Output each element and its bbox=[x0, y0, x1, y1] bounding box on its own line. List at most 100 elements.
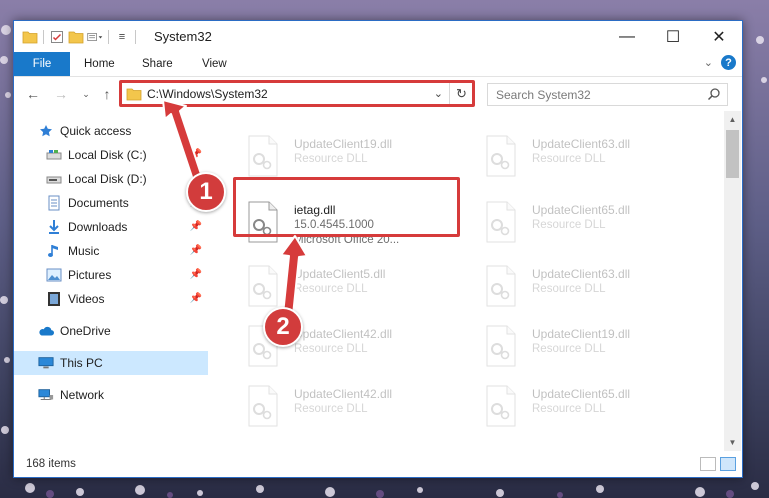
file-type: Resource DLL bbox=[294, 153, 368, 165]
dll-file-icon bbox=[486, 325, 516, 367]
status-bar: 168 items bbox=[14, 452, 742, 477]
step-badge-2: 2 bbox=[263, 307, 303, 347]
file-name: UpdateClient63.dll bbox=[532, 267, 631, 281]
sidebar-item-videos[interactable]: Videos 📌 bbox=[14, 287, 208, 311]
maximize-button[interactable]: ☐ bbox=[650, 21, 696, 52]
recent-locations-chevron-icon[interactable]: ⌄ bbox=[77, 85, 95, 103]
sidebar-item-label: Quick access bbox=[60, 124, 132, 138]
details-view-icon[interactable] bbox=[700, 457, 716, 471]
folder-icon[interactable] bbox=[22, 29, 38, 45]
tab-share[interactable]: Share bbox=[128, 52, 187, 76]
file-item[interactable]: UpdateClient63.dll Resource DLL bbox=[470, 261, 700, 313]
pin-icon[interactable]: 📌 bbox=[190, 245, 202, 256]
computer-icon bbox=[38, 355, 54, 371]
cloud-icon bbox=[38, 323, 54, 339]
file-item[interactable]: UpdateClient65.dll Resource DLL bbox=[470, 381, 700, 433]
file-item[interactable]: UpdateClient65.dll Resource DLL bbox=[470, 197, 700, 249]
sidebar-item-label: Pictures bbox=[68, 268, 112, 282]
scroll-up-arrow-icon[interactable]: ▲ bbox=[724, 111, 741, 128]
file-item[interactable]: UpdateClient19.dll Resource DLL bbox=[470, 321, 700, 373]
ribbon-tabs: File Home Share View ⌄ ? bbox=[14, 52, 742, 77]
music-icon bbox=[46, 243, 62, 259]
file-type: Resource DLL bbox=[532, 283, 606, 295]
address-bar-highlight bbox=[119, 80, 475, 107]
scrollbar-thumb[interactable] bbox=[726, 130, 739, 178]
sidebar-item-label: Local Disk (C:) bbox=[68, 148, 147, 162]
expand-ribbon-chevron-icon[interactable]: ⌄ bbox=[704, 56, 713, 69]
tab-file[interactable]: File bbox=[14, 52, 70, 76]
file-name: UpdateClient63.dll bbox=[532, 137, 631, 151]
file-type: Resource DLL bbox=[294, 343, 368, 355]
dll-file-icon bbox=[486, 265, 516, 307]
file-name: UpdateClient42.dll bbox=[294, 387, 393, 401]
file-item[interactable]: UpdateClient63.dll Resource DLL bbox=[470, 131, 700, 183]
sidebar-item-label: Local Disk (D:) bbox=[68, 172, 147, 186]
sidebar-item-network[interactable]: Network bbox=[14, 383, 208, 407]
dll-file-icon bbox=[486, 385, 516, 427]
file-type: Resource DLL bbox=[532, 219, 606, 231]
drive-icon bbox=[46, 171, 62, 187]
sidebar-item-documents[interactable]: Documents 📌 bbox=[14, 191, 208, 215]
file-highlight-box bbox=[233, 177, 460, 237]
properties-icon[interactable] bbox=[49, 29, 65, 45]
window-controls: — ☐ ✕ bbox=[604, 21, 742, 52]
sidebar-item-label: Downloads bbox=[68, 220, 128, 234]
new-folder-icon[interactable] bbox=[68, 29, 84, 45]
dll-file-icon bbox=[486, 201, 516, 243]
sidebar-item-local-disk-c[interactable]: Local Disk (C:) 📌 bbox=[14, 143, 208, 167]
close-button[interactable]: ✕ bbox=[696, 21, 742, 52]
download-icon bbox=[46, 219, 62, 235]
dll-file-icon bbox=[248, 135, 278, 177]
back-arrow-icon[interactable]: ← bbox=[24, 85, 42, 103]
toolbar-divider bbox=[135, 30, 136, 44]
sidebar-item-onedrive[interactable]: OneDrive bbox=[14, 319, 208, 343]
file-item[interactable]: UpdateClient42.dll Resource DLL bbox=[232, 381, 462, 433]
file-name: UpdateClient65.dll bbox=[532, 203, 631, 217]
search-icon[interactable] bbox=[707, 87, 721, 101]
file-explorer-window: ≡ System32 — ☐ ✕ File Home Share View ⌄ … bbox=[13, 20, 743, 478]
help-icon[interactable]: ? bbox=[721, 55, 736, 70]
sidebar-item-this-pc[interactable]: This PC bbox=[14, 351, 208, 375]
sidebar-item-label: Music bbox=[68, 244, 100, 258]
star-icon bbox=[38, 123, 54, 139]
up-arrow-icon[interactable]: ↑ bbox=[98, 85, 116, 103]
forward-arrow-icon[interactable]: → bbox=[52, 85, 70, 103]
sidebar-item-label: Documents bbox=[68, 196, 129, 210]
sidebar-item-local-disk-d[interactable]: Local Disk (D:) bbox=[14, 167, 208, 191]
file-item[interactable]: UpdateClient5.dll Resource DLL bbox=[232, 261, 462, 313]
tab-view[interactable]: View bbox=[188, 52, 241, 76]
tab-home[interactable]: Home bbox=[70, 52, 129, 76]
pin-icon[interactable]: 📌 bbox=[190, 221, 202, 232]
navigation-bar: ← → ⌄ ↑ C:\Windows\System32 ⌄ ↻ Search S… bbox=[14, 78, 742, 110]
dll-file-icon bbox=[248, 265, 278, 307]
minimize-button[interactable]: — bbox=[604, 21, 650, 52]
step-badge-1: 1 bbox=[186, 172, 226, 212]
dll-file-icon bbox=[248, 385, 278, 427]
pictures-icon bbox=[46, 267, 62, 283]
videos-icon bbox=[46, 291, 62, 307]
network-icon bbox=[38, 387, 54, 403]
customize-toolbar-icon[interactable] bbox=[87, 29, 103, 45]
vertical-scrollbar[interactable]: ▲ ▼ bbox=[724, 111, 741, 451]
sidebar-item-quick-access[interactable]: Quick access bbox=[14, 119, 208, 143]
item-count: 168 items bbox=[26, 458, 76, 470]
file-item[interactable]: UpdateClient19.dll Resource DLL bbox=[232, 131, 462, 183]
navigation-pane: Quick access Local Disk (C:) 📌 Local Dis… bbox=[14, 111, 208, 451]
sidebar-item-label: This PC bbox=[60, 356, 103, 370]
sidebar-item-music[interactable]: Music 📌 bbox=[14, 239, 208, 263]
sidebar-item-pictures[interactable]: Pictures 📌 bbox=[14, 263, 208, 287]
customize-qat-chevron-icon[interactable]: ≡ bbox=[114, 29, 130, 45]
ribbon-right-controls: ⌄ ? bbox=[704, 55, 736, 70]
file-type: Resource DLL bbox=[294, 283, 368, 295]
file-name: UpdateClient19.dll bbox=[294, 137, 393, 151]
pin-icon[interactable]: 📌 bbox=[190, 269, 202, 280]
large-icons-view-icon[interactable] bbox=[720, 457, 736, 471]
scroll-down-arrow-icon[interactable]: ▼ bbox=[724, 434, 741, 451]
pin-icon[interactable]: 📌 bbox=[190, 149, 202, 160]
search-input[interactable]: Search System32 bbox=[487, 83, 728, 106]
pin-icon[interactable]: 📌 bbox=[190, 293, 202, 304]
sidebar-item-downloads[interactable]: Downloads 📌 bbox=[14, 215, 208, 239]
window-title: System32 bbox=[154, 29, 212, 44]
file-name: UpdateClient19.dll bbox=[532, 327, 631, 341]
sidebar-item-label: Videos bbox=[68, 292, 105, 306]
